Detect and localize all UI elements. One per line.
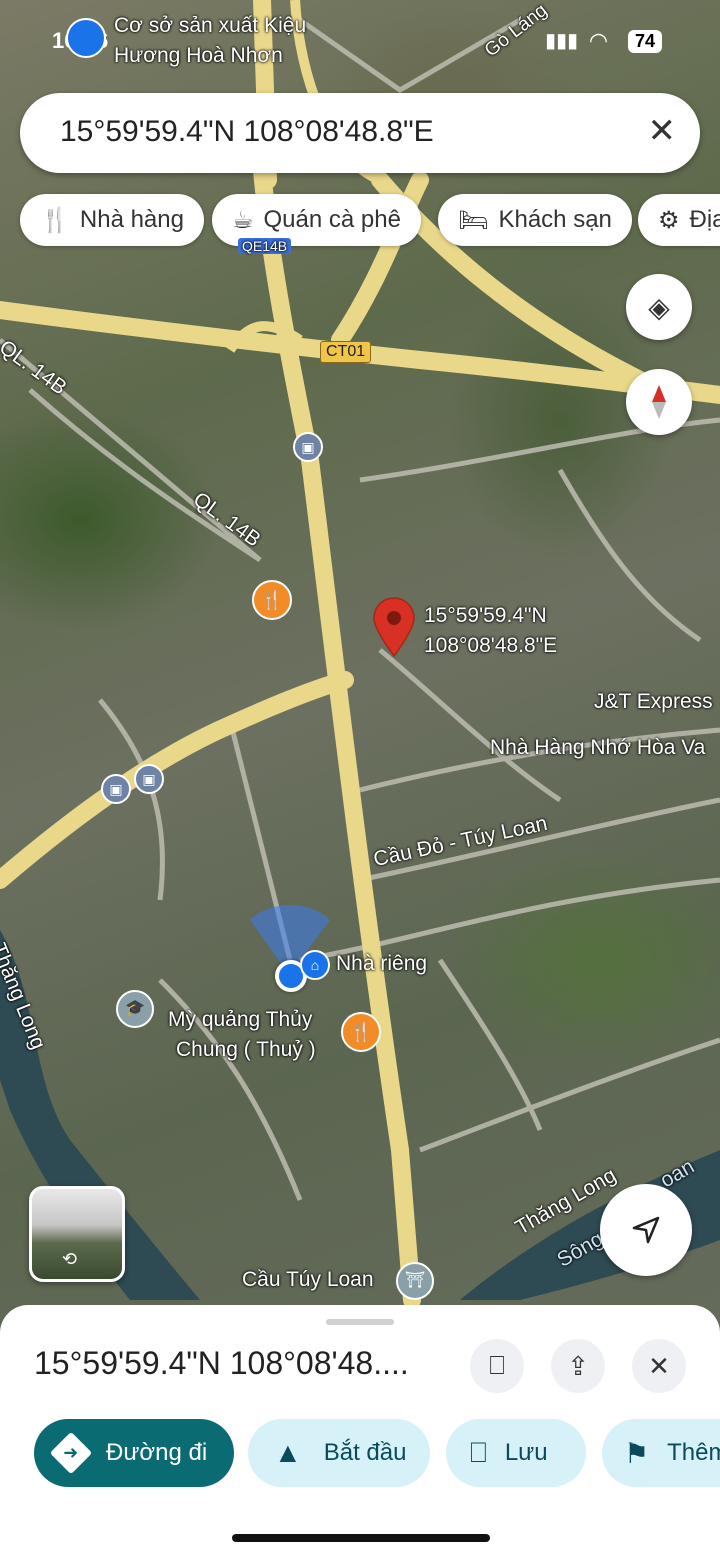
chip-label: Quán cà phê — [263, 206, 401, 233]
more-button[interactable]: ⚑ Thêm — [602, 1419, 720, 1487]
chip-attraction[interactable]: ⚙ Địa — [638, 194, 720, 246]
poi-marker-top[interactable] — [66, 18, 106, 58]
close-icon: ✕ — [648, 1350, 670, 1381]
place-bottom-sheet[interactable]: 15°59'59.4"N 108°08'48.... ⎕ ⇪ ✕ ➜ Đường… — [0, 1305, 720, 1557]
chip-restaurant[interactable]: 🍴 Nhà hàng — [20, 194, 204, 246]
restaurant-marker-icon[interactable]: 🍴 — [252, 580, 292, 620]
navigation-icon: ▲ — [274, 1437, 302, 1468]
road-label-ct01: CT01 — [320, 341, 372, 363]
layers-button[interactable]: ◈ — [626, 274, 692, 340]
restaurant-marker-icon[interactable]: 🍴 — [341, 1012, 381, 1052]
sheet-drag-handle[interactable] — [326, 1319, 394, 1325]
poi-label-top-2[interactable]: Hương Hoà Nhơn — [114, 44, 283, 68]
close-icon[interactable]: ✕ — [648, 111, 677, 151]
pin-label-lat: 15°59'59.4"N — [424, 604, 547, 627]
search-bar[interactable]: 15°59'59.4"N 108°08'48.8"E ✕ — [20, 93, 700, 173]
road-label-qe14b: QE14B — [238, 238, 292, 254]
cafe-icon: ☕ — [232, 206, 254, 234]
compass-icon — [652, 385, 666, 419]
attraction-icon: ⚙ — [658, 206, 680, 234]
share-icon: ⇪ — [567, 1350, 589, 1381]
compass-button[interactable] — [626, 369, 692, 435]
bus-stop-icon[interactable]: ▣ — [134, 764, 164, 794]
battery-icon: 74 — [628, 30, 663, 53]
bookmark-icon: ⎕ — [470, 1436, 487, 1468]
flag-icon: ⚑ — [624, 1437, 650, 1469]
chip-label: Khách sạn — [498, 206, 612, 233]
street-view-icon: ⟲ — [62, 1249, 78, 1269]
wifi-icon: ◠ — [590, 28, 607, 53]
chip-label: Nhà hàng — [79, 206, 184, 233]
more-label: Thêm — [667, 1439, 720, 1466]
start-label: Bắt đầu — [323, 1439, 407, 1466]
street-view-thumbnail[interactable]: ⟲ — [29, 1186, 125, 1282]
my-location-button[interactable] — [600, 1184, 692, 1276]
bus-stop-icon[interactable]: ▣ — [293, 432, 323, 462]
directions-label: Đường đi — [106, 1439, 208, 1466]
bus-stop-icon[interactable]: ▣ — [101, 774, 131, 804]
save-button[interactable]: ⎕ Lưu — [446, 1419, 586, 1487]
place-label-cau-tuy-loan[interactable]: Cầu Túy Loan — [242, 1268, 374, 1292]
place-label-nha-hang[interactable]: Nhà Hàng Nhớ Hòa Va — [490, 736, 705, 760]
bridge-marker-icon[interactable]: ⛩ — [396, 1262, 434, 1300]
chip-label: Địa — [689, 206, 720, 233]
home-marker-icon[interactable]: ⌂ — [300, 950, 330, 980]
hotel-icon: 🛏 — [458, 206, 489, 234]
map-pin-icon[interactable] — [370, 596, 418, 658]
save-icon-button[interactable]: ⎕ — [470, 1339, 524, 1393]
search-input[interactable]: 15°59'59.4"N 108°08'48.8"E — [60, 115, 434, 149]
directions-icon: ➜ — [49, 1431, 93, 1475]
school-marker-icon[interactable]: 🎓 — [116, 990, 154, 1028]
place-label-jt-express[interactable]: J&T Express — [594, 690, 713, 714]
directions-button[interactable]: ➜ Đường đi — [34, 1419, 234, 1487]
bookmark-icon: ⎕ — [489, 1350, 505, 1380]
poi-label-top-1[interactable]: Cơ sở sản xuất Kiệu — [114, 14, 306, 38]
share-icon-button[interactable]: ⇪ — [551, 1339, 605, 1393]
signal-icon: ▮▮▮ — [545, 30, 579, 52]
restaurant-icon: 🍴 — [40, 206, 70, 234]
home-indicator[interactable] — [232, 1534, 490, 1542]
pin-label-lng: 108°08'48.8"E — [424, 634, 558, 657]
chip-hotel[interactable]: 🛏 Khách sạn — [438, 194, 632, 246]
place-label-my-quang-1[interactable]: Mỳ quảng Thủy — [168, 1008, 312, 1032]
navigation-arrow-icon — [632, 1216, 660, 1244]
save-label: Lưu — [504, 1439, 548, 1466]
place-label-nha-rieng[interactable]: Nhà riêng — [336, 952, 427, 976]
layers-icon: ◈ — [648, 291, 670, 323]
sheet-title: 15°59'59.4"N 108°08'48.... — [34, 1345, 409, 1381]
start-button[interactable]: ▲ Bắt đầu — [248, 1419, 430, 1487]
close-sheet-button[interactable]: ✕ — [632, 1339, 686, 1393]
place-label-my-quang-2[interactable]: Chung ( Thuỷ ) — [176, 1038, 316, 1062]
